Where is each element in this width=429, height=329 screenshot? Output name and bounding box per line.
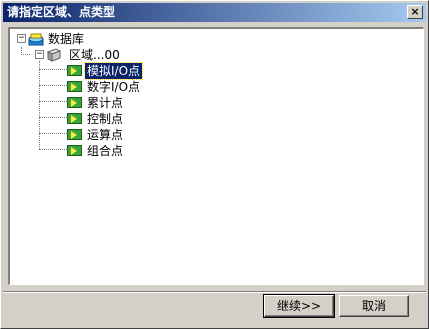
tree-view[interactable]: − 数据库 − 区域...00 模拟I/O点 数字I/O点 累计点 控制点 运算… [8,27,424,285]
point-icon [67,81,82,92]
title-bar[interactable]: 请指定区域、点类型 × [3,3,426,22]
tree-node-database[interactable]: − 数据库 [10,31,210,47]
tree-item-calculation[interactable]: 运算点 [10,127,210,143]
collapse-toggle[interactable]: − [17,34,26,43]
tree-item-combination[interactable]: 组合点 [10,143,210,159]
tree-item-label: 累计点 [87,96,124,110]
tree-item-analog-io[interactable]: 模拟I/O点 [10,62,210,80]
tree-item-label: 控制点 [87,112,124,126]
select-area-dialog: 请指定区域、点类型 × − 数据库 − 区域...00 模拟I/O点 数字I/O… [0,0,429,329]
point-icon [67,65,82,76]
tree-node-area[interactable]: − 区域...00 [10,47,210,63]
tree-item-control[interactable]: 控制点 [10,111,210,127]
database-icon [28,33,44,46]
point-icon [67,145,82,156]
point-icon [67,113,82,124]
collapse-toggle[interactable]: − [35,50,44,59]
folder-icon [46,48,62,62]
point-icon [67,129,82,140]
tree-item-label: 模拟I/O点 [83,62,144,80]
tree-node-label: 数据库 [48,32,85,46]
point-icon [67,97,82,108]
continue-button[interactable]: 继续>> [263,294,335,318]
tree-node-label: 区域...00 [69,48,120,62]
tree-item-label: 运算点 [87,128,124,142]
tree-item-digital-io[interactable]: 数字I/O点 [10,79,210,95]
tree-item-label: 组合点 [87,144,124,158]
close-button[interactable]: × [407,5,423,19]
tree-item-accumulator[interactable]: 累计点 [10,95,210,111]
window-title: 请指定区域、点类型 [7,5,116,19]
cancel-button[interactable]: 取消 [339,295,409,317]
divider [3,291,426,293]
tree-item-label: 数字I/O点 [87,80,141,94]
